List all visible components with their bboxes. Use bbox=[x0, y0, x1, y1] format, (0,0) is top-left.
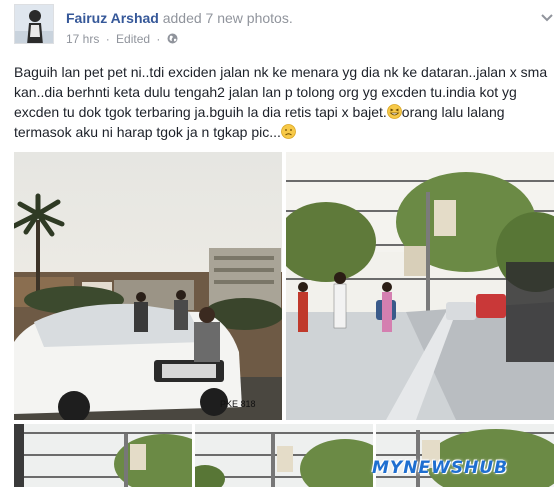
post-meta: 17 hrs · Edited · bbox=[66, 32, 178, 46]
chevron-down-icon[interactable] bbox=[540, 10, 554, 22]
post-time[interactable]: 17 hrs bbox=[66, 32, 99, 46]
post-title: Fairuz Arshad added 7 new photos. bbox=[66, 10, 293, 26]
photo-thumb-2[interactable] bbox=[195, 424, 373, 487]
photo-thumb-1[interactable] bbox=[14, 424, 192, 487]
photo-street-accident[interactable]: PKE 818 bbox=[14, 152, 282, 420]
post-action: added 7 new photos. bbox=[162, 10, 293, 26]
grinning-face-icon bbox=[386, 104, 402, 119]
avatar[interactable] bbox=[14, 4, 54, 44]
license-plate: PKE 818 bbox=[220, 399, 256, 409]
meta-separator: · bbox=[156, 32, 161, 46]
post-header: Fairuz Arshad added 7 new photos. 17 hrs… bbox=[14, 4, 554, 48]
globe-icon[interactable] bbox=[167, 33, 178, 44]
disappointed-face-icon bbox=[281, 124, 296, 139]
photo-road-crossing[interactable] bbox=[286, 152, 554, 420]
post-text: Baguih lan pet pet ni..tdi exciden jalan… bbox=[14, 62, 550, 142]
meta-separator: · bbox=[105, 32, 110, 46]
author-name[interactable]: Fairuz Arshad bbox=[66, 10, 159, 26]
watermark-logo: MYNEWSHUB bbox=[372, 458, 509, 478]
edited-link[interactable]: Edited bbox=[116, 32, 150, 46]
